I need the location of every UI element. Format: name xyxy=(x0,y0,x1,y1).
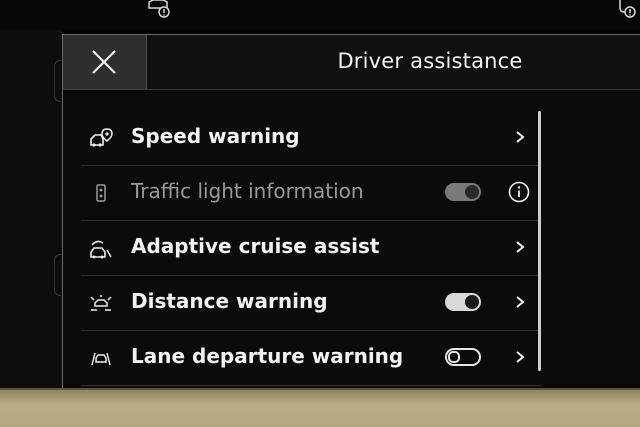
background-tab xyxy=(54,60,61,102)
toggle-knob xyxy=(448,351,460,363)
speed-warning-icon xyxy=(90,128,113,147)
close-button[interactable] xyxy=(63,35,147,89)
background-screen-edge xyxy=(0,30,62,390)
scrollbar[interactable] xyxy=(538,111,541,371)
list-item-label: Traffic light information xyxy=(131,179,364,203)
chevron-right-icon[interactable] xyxy=(514,129,526,145)
popup-header: Driver assistance xyxy=(147,35,640,90)
list-item-label: Distance warning xyxy=(131,289,328,313)
car-alert-icon xyxy=(148,0,170,18)
list-item-speed-warning[interactable]: Speed warning xyxy=(81,111,541,166)
chevron-right-icon[interactable] xyxy=(514,239,526,255)
distance-warning-toggle[interactable] xyxy=(445,293,481,311)
traffic-light-icon xyxy=(96,184,106,202)
chevron-right-icon[interactable] xyxy=(514,294,526,310)
cruise-assist-icon xyxy=(90,240,112,259)
page-title: Driver assistance xyxy=(337,49,523,73)
header-divider xyxy=(63,89,640,90)
list-item-label: Speed warning xyxy=(131,124,300,148)
chevron-right-icon[interactable] xyxy=(514,349,526,365)
list-item-adaptive-cruise-assist[interactable]: Adaptive cruise assist xyxy=(81,221,541,276)
background-tab xyxy=(54,254,61,296)
toggle-knob xyxy=(465,295,479,309)
list-item-label: Adaptive cruise assist xyxy=(131,234,380,258)
traffic-light-toggle[interactable] xyxy=(445,183,481,201)
list-item-distance-warning[interactable]: Distance warning xyxy=(81,276,541,331)
info-icon[interactable] xyxy=(508,181,530,203)
list-item-lane-departure-warning[interactable]: Lane departure warning xyxy=(81,331,541,386)
screen-bezel xyxy=(0,390,640,427)
status-bar xyxy=(0,0,640,30)
list-item-label: Lane departure warning xyxy=(131,344,404,368)
settings-list: Speed warning Traffic light information xyxy=(81,111,541,386)
driver-assistance-popup: Driver assistance Speed warning Traffic … xyxy=(62,34,640,389)
toggle-knob xyxy=(465,185,479,199)
lane-departure-toggle[interactable] xyxy=(445,348,481,366)
lane-departure-icon xyxy=(91,352,111,366)
distance-warning-icon xyxy=(90,295,112,311)
navigation-alert-icon xyxy=(619,0,636,18)
close-icon xyxy=(92,50,116,74)
list-item-traffic-light-information[interactable]: Traffic light information xyxy=(81,166,541,221)
